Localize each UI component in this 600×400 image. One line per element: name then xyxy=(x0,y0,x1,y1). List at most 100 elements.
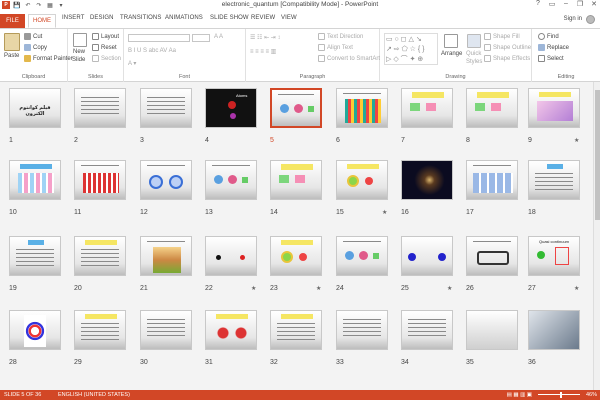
slide-thumbnail[interactable] xyxy=(9,310,61,350)
slide-thumbnail[interactable] xyxy=(528,310,580,350)
sign-in-link[interactable]: Sign in xyxy=(564,16,582,22)
align-text-button[interactable]: Align Text xyxy=(318,44,353,51)
quick-styles-icon[interactable] xyxy=(467,34,481,48)
tab-view[interactable]: VIEW xyxy=(281,15,297,21)
help-icon[interactable]: ? xyxy=(534,0,542,8)
find-button[interactable]: Find xyxy=(538,33,559,40)
tab-animations[interactable]: ANIMATIONS xyxy=(165,15,203,21)
slide-thumbnail[interactable] xyxy=(336,160,388,200)
font-size-combo[interactable] xyxy=(192,34,210,42)
shape-fill-button[interactable]: Shape Fill xyxy=(484,33,520,40)
shape-outline-button[interactable]: Shape Outline xyxy=(484,44,531,51)
slide-thumbnail[interactable] xyxy=(336,236,388,276)
tab-design[interactable]: DESIGN xyxy=(90,15,114,21)
zoom-level[interactable]: 46% xyxy=(586,392,597,398)
slide-thumbnail[interactable] xyxy=(270,236,322,276)
view-buttons[interactable]: ▤ ▦ ▥ ▣ xyxy=(507,392,532,398)
copy-button[interactable]: Copy xyxy=(24,44,47,51)
slide-thumbnail[interactable] xyxy=(270,160,322,200)
arrange-button[interactable]: Arrange xyxy=(441,51,462,57)
shape-effects-button[interactable]: Shape Effects xyxy=(484,55,530,62)
reset-button[interactable]: Reset xyxy=(92,44,117,51)
tab-file[interactable]: FILE xyxy=(0,14,25,28)
user-avatar-icon[interactable] xyxy=(586,15,595,24)
alignment-icons[interactable]: ≡ ≡ ≡ ≡ ▥ xyxy=(250,48,276,55)
slide-thumbnail[interactable] xyxy=(466,88,518,128)
restore-icon[interactable]: ❐ xyxy=(576,0,584,8)
slide-thumbnail[interactable] xyxy=(140,88,192,128)
quick-styles-button-line2[interactable]: Styles xyxy=(466,59,482,65)
tab-review[interactable]: REVIEW xyxy=(251,15,275,21)
transition-star-icon[interactable]: ★ xyxy=(251,285,256,292)
text-direction-button[interactable]: Text Direction xyxy=(318,33,363,40)
slide-thumbnail[interactable] xyxy=(466,236,518,276)
grow-font-icon[interactable]: A A xyxy=(214,34,223,40)
font-format-buttons[interactable]: B I U S abc AV Aa xyxy=(128,48,176,54)
slide-thumbnail[interactable] xyxy=(74,236,126,276)
new-slide-button[interactable]: New xyxy=(73,49,85,55)
slide-thumbnail[interactable] xyxy=(466,160,518,200)
font-name-combo[interactable] xyxy=(128,34,190,42)
slide-counter[interactable]: SLIDE 5 OF 36 xyxy=(4,392,41,398)
slide-thumbnail[interactable] xyxy=(74,88,126,128)
language-indicator[interactable]: ENGLISH (UNITED STATES) xyxy=(58,392,130,398)
transition-star-icon[interactable]: ★ xyxy=(316,285,321,292)
slide-thumbnail[interactable] xyxy=(9,236,61,276)
layout-button[interactable]: Layout xyxy=(92,33,119,40)
zoom-slider[interactable] xyxy=(538,394,580,395)
ribbon-display-options-icon[interactable]: ▭ xyxy=(548,0,556,8)
transition-star-icon[interactable]: ★ xyxy=(382,209,387,216)
slide-thumbnail[interactable] xyxy=(205,160,257,200)
bullets-icons[interactable]: ☰ ☷ ⇤ ⇥ ↕ xyxy=(250,34,280,41)
format-painter-button[interactable]: Format Painter xyxy=(24,55,73,62)
slide-thumbnail[interactable] xyxy=(528,160,580,200)
slide-thumbnail[interactable] xyxy=(270,88,322,128)
slide-thumbnail[interactable] xyxy=(401,310,453,350)
slide-thumbnail[interactable]: Atoms xyxy=(205,88,257,128)
paste-icon[interactable] xyxy=(4,33,20,51)
transition-star-icon[interactable]: ★ xyxy=(574,137,579,144)
shapes-gallery[interactable]: ▭ ○ ◻ △ ↘ ↗ ⇨ ⬠ ☆ { } ▷ ◇ ⌒ ✦ ⊕ xyxy=(384,33,438,65)
slide-thumbnail[interactable] xyxy=(401,88,453,128)
slide-thumbnail[interactable] xyxy=(74,160,126,200)
select-button[interactable]: Select xyxy=(538,55,564,62)
slide-thumbnail[interactable] xyxy=(140,236,192,276)
quick-styles-button[interactable]: Quick xyxy=(466,51,481,57)
paste-button[interactable]: Paste xyxy=(4,53,19,59)
slide-thumbnail[interactable] xyxy=(74,310,126,350)
transition-star-icon[interactable]: ★ xyxy=(574,285,579,292)
slide-thumbnail[interactable] xyxy=(140,160,192,200)
slide-thumbnail[interactable] xyxy=(401,236,453,276)
slide-thumbnail[interactable] xyxy=(205,236,257,276)
arrange-icon[interactable] xyxy=(444,34,458,48)
slide-thumbnail[interactable] xyxy=(401,160,453,200)
zoom-slider-knob[interactable] xyxy=(560,392,562,398)
section-button[interactable]: Section xyxy=(92,55,121,62)
close-icon[interactable]: ✕ xyxy=(590,0,598,8)
minimize-icon[interactable]: – xyxy=(562,0,570,8)
scrollbar-thumb[interactable] xyxy=(595,90,600,220)
cut-button[interactable]: Cut xyxy=(24,33,42,40)
slide-thumbnail[interactable] xyxy=(528,88,580,128)
slide-thumbnail[interactable] xyxy=(466,310,518,350)
tab-slide-show[interactable]: SLIDE SHOW xyxy=(210,15,249,21)
tab-insert[interactable]: INSERT xyxy=(62,15,85,21)
slide-thumbnail[interactable] xyxy=(336,310,388,350)
slide-thumbnail[interactable] xyxy=(9,160,61,200)
slide-thumbnail[interactable] xyxy=(140,310,192,350)
slide-thumbnail[interactable]: فیلم کوانتوم الکترون xyxy=(9,88,61,128)
transition-star-icon[interactable]: ★ xyxy=(447,285,452,292)
convert-smartart-button[interactable]: Convert to SmartArt xyxy=(318,55,380,62)
vertical-scrollbar[interactable] xyxy=(593,82,600,390)
tab-home[interactable]: HOME xyxy=(28,14,56,28)
slide-thumbnail[interactable] xyxy=(336,88,388,128)
font-color-button[interactable]: A ▾ xyxy=(128,60,136,67)
slide-thumbnail[interactable] xyxy=(205,310,257,350)
new-slide-icon[interactable] xyxy=(73,33,87,47)
slide-thumbnail[interactable]: Quasi continuum xyxy=(528,236,580,276)
slide-thumbnail[interactable] xyxy=(270,310,322,350)
slide-text-line xyxy=(16,253,54,254)
tab-transitions[interactable]: TRANSITIONS xyxy=(120,15,161,21)
replace-button[interactable]: Replace xyxy=(538,44,569,51)
new-slide-button-line2[interactable]: Slide xyxy=(72,57,85,63)
